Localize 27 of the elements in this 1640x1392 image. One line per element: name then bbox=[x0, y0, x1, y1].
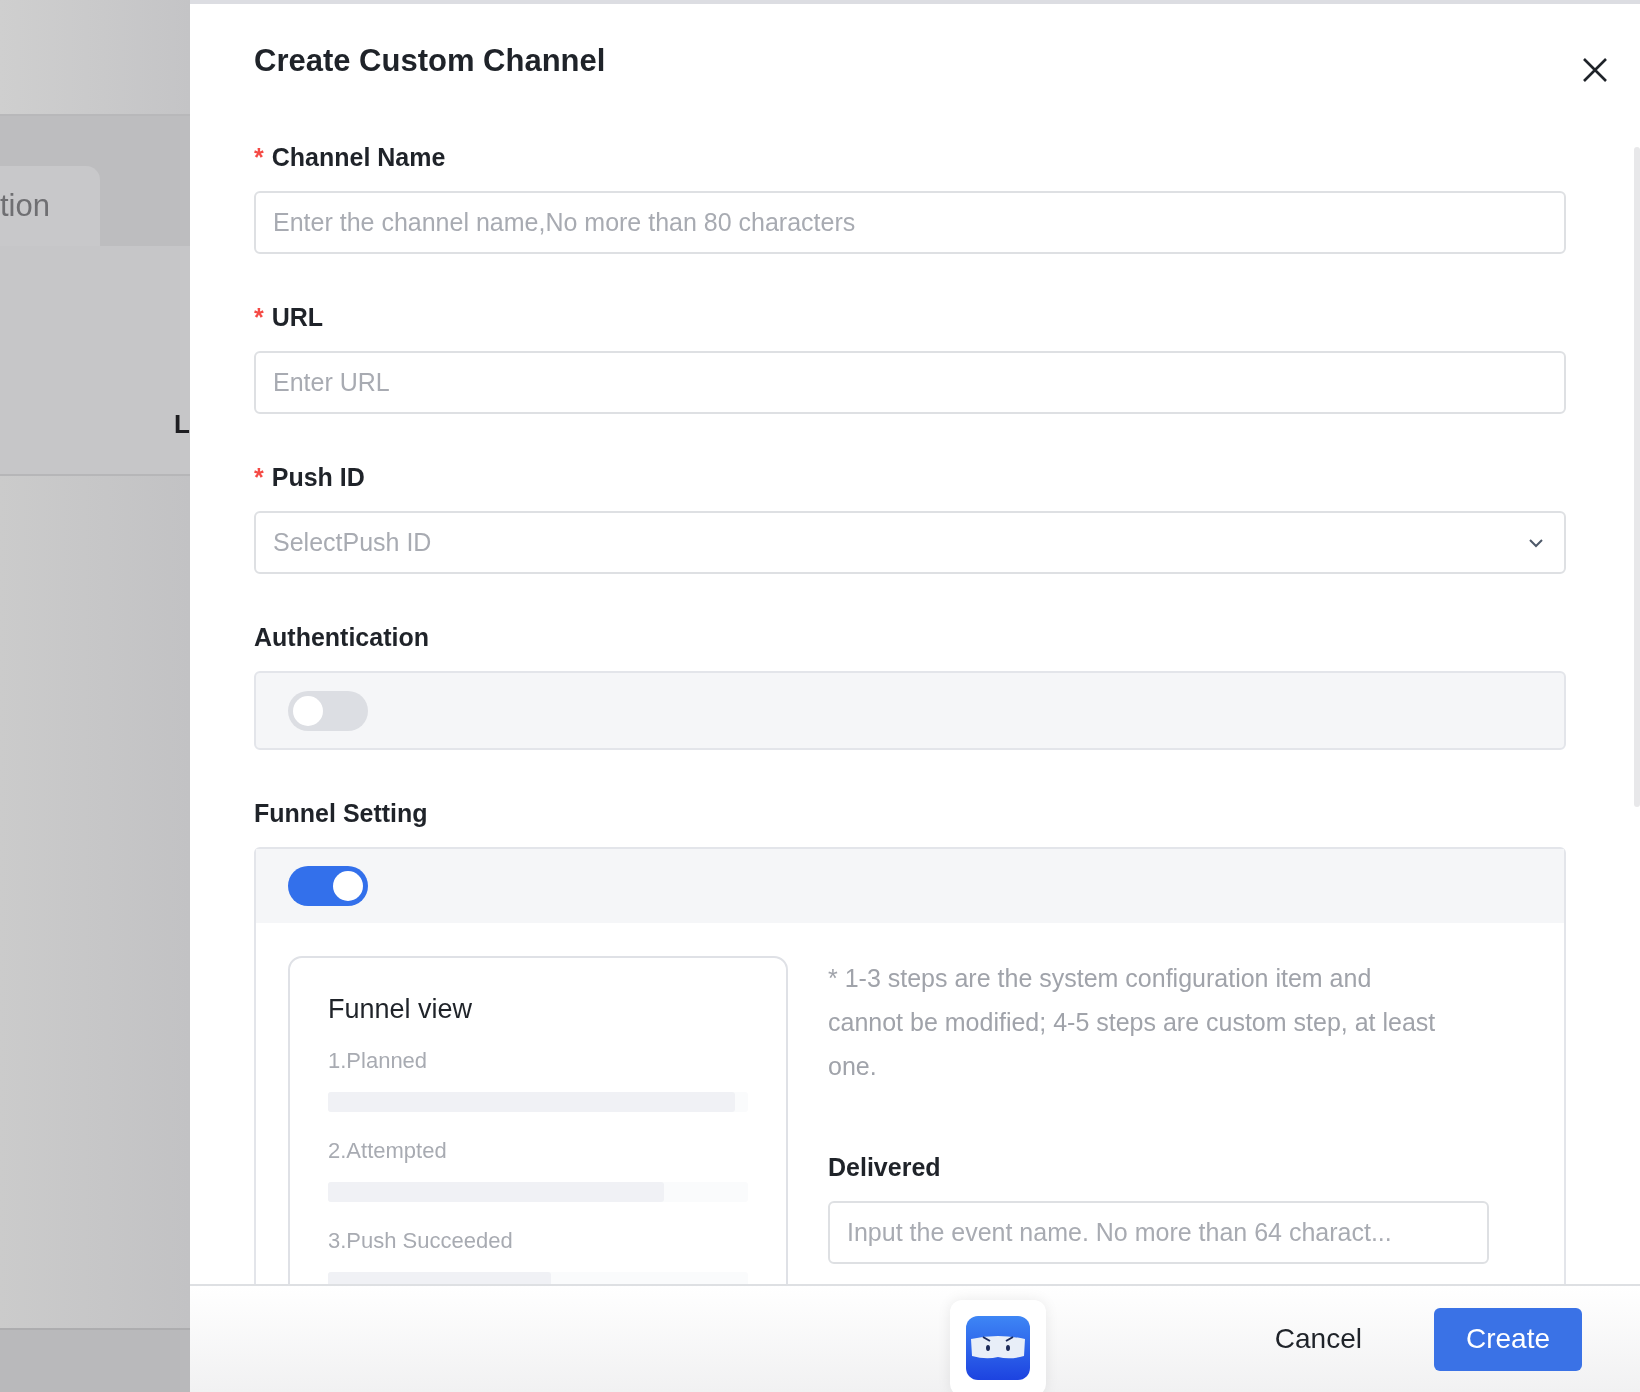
hint-text: * 1-3 steps are the system configuration item and cannot be modified; 4-5 steps are custom step, at least one. bbox=[828, 963, 1437, 1082]
step-label: 3.Push Succeeded bbox=[328, 1227, 514, 1255]
required-mark: * bbox=[254, 142, 264, 172]
step-label: 1.Planned bbox=[328, 1047, 429, 1075]
column-text: L bbox=[174, 409, 190, 440]
field-label: Delivered bbox=[828, 1152, 941, 1182]
card-title: Funnel view bbox=[328, 994, 474, 1025]
mascot-logo-icon[interactable] bbox=[966, 1316, 1030, 1380]
field-label: Funnel Setting bbox=[254, 798, 428, 828]
input-field[interactable]: Enter the channel name,No more than 80 characters bbox=[254, 191, 1566, 254]
select-field[interactable]: SelectPush ID bbox=[254, 511, 1566, 574]
toggle-switch[interactable] bbox=[288, 866, 368, 906]
input-field[interactable]: Input the event name. No more than 64 charact... bbox=[828, 1201, 1489, 1264]
step-label: 2.Attempted bbox=[328, 1137, 448, 1165]
create-button[interactable]: Create bbox=[1433, 1307, 1582, 1371]
field-label: Push ID bbox=[271, 462, 365, 492]
toggle-switch[interactable] bbox=[288, 690, 368, 731]
field-label: URL bbox=[271, 302, 324, 332]
required-mark: * bbox=[254, 302, 264, 332]
input-field[interactable]: Enter URL bbox=[254, 351, 1566, 414]
required-mark: * bbox=[254, 462, 264, 492]
field-label: Channel Name bbox=[271, 142, 446, 172]
field-label: Authentication bbox=[254, 622, 429, 652]
tab[interactable]: tion bbox=[0, 166, 100, 246]
chevron-down-icon bbox=[1528, 537, 1544, 548]
drawer-title: Create Custom Channel bbox=[254, 43, 606, 79]
cancel-button[interactable]: Cancel bbox=[1256, 1307, 1380, 1371]
